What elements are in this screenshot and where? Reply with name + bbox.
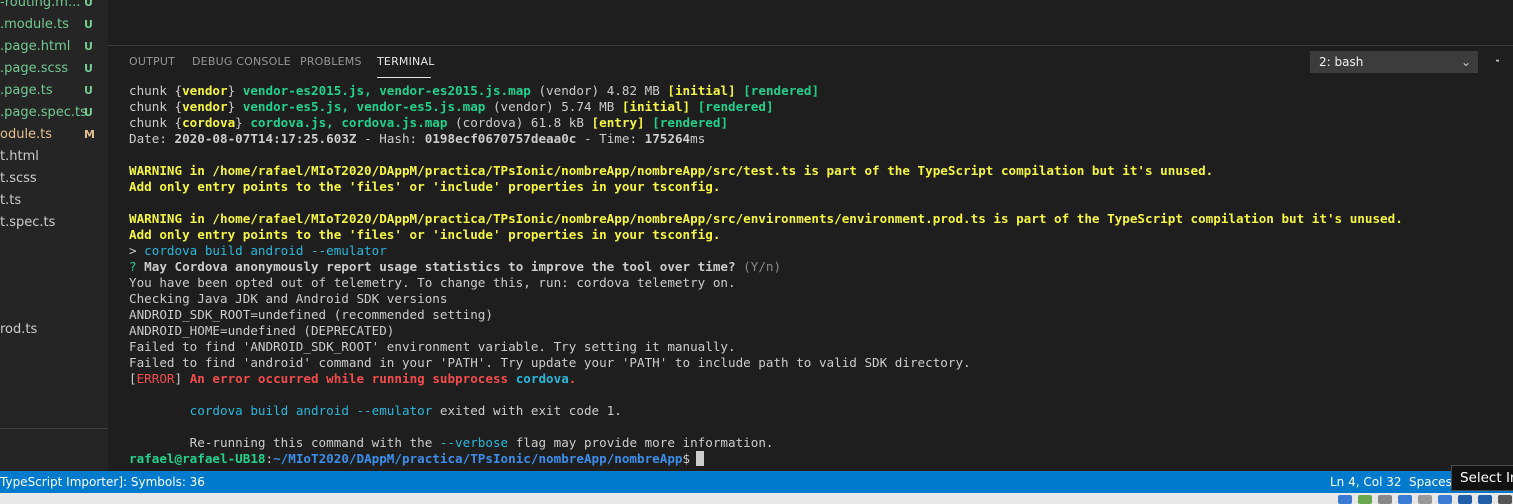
terminal-cursor <box>696 451 705 466</box>
terminal-line: > cordova build android --emulator <box>129 243 387 258</box>
status-cursor-position[interactable]: Ln 4, Col 32 <box>1330 471 1402 493</box>
terminal-select[interactable]: 2: bash ⌄ <box>1310 51 1478 73</box>
tab-debug-console[interactable]: DEBUG CONSOLE <box>192 55 291 68</box>
tray-icon[interactable] <box>1498 495 1512 504</box>
tray-icon[interactable] <box>1478 495 1492 504</box>
status-bar: TypeScript Importer]: Symbols: 36 Ln 4, … <box>0 471 1513 493</box>
status-indentation[interactable]: Spaces: <box>1409 471 1456 493</box>
terminal-line: ANDROID_SDK_ROOT=undefined (recommended … <box>129 307 493 322</box>
terminal-line: Failed to find 'android' command in your… <box>129 355 971 370</box>
git-status-badge: U <box>84 40 93 53</box>
git-status-badge: U <box>84 62 93 75</box>
terminal-line: Add only entry points to the 'files' or … <box>129 179 721 194</box>
file-tree-item[interactable]: .page.spec.ts U <box>0 102 108 124</box>
file-name: .module.ts <box>0 17 69 32</box>
file-tree-item[interactable]: .page.html U <box>0 36 108 58</box>
file-name: .page.spec.ts <box>0 105 87 120</box>
file-tree-item[interactable]: -routing.m... U <box>0 0 108 14</box>
tab-output[interactable]: OUTPUT <box>129 55 175 68</box>
file-name: .page.html <box>0 39 71 54</box>
tab-problems[interactable]: PROBLEMS <box>300 55 362 68</box>
terminal-line: [ERROR] An error occurred while running … <box>129 371 577 386</box>
file-name: rod.ts <box>0 322 38 337</box>
terminal-line: Date: 2020-08-07T14:17:25.603Z - Hash: 0… <box>129 131 706 146</box>
file-tree-item[interactable]: t.ts <box>0 190 108 212</box>
tray-icon[interactable] <box>1418 495 1432 504</box>
file-name: t.spec.ts <box>0 215 56 230</box>
sidebar-divider <box>0 428 108 429</box>
file-tree-item[interactable]: .module.ts U <box>0 14 108 36</box>
terminal-line: ? May Cordova anonymously report usage s… <box>129 259 782 274</box>
active-tab-indicator <box>377 77 431 78</box>
file-tree-item[interactable]: t.spec.ts <box>0 212 108 234</box>
terminal-scrollbar[interactable] <box>1499 46 1513 470</box>
terminal-line: chunk {vendor} vendor-es5.js, vendor-es5… <box>129 99 774 114</box>
file-tree-item[interactable]: .page.scss U <box>0 58 108 80</box>
file-tree-item[interactable]: rod.ts <box>0 319 108 341</box>
chevron-down-icon: ⌄ <box>1460 55 1471 69</box>
file-name: t.ts <box>0 193 22 208</box>
tray-icon[interactable] <box>1458 495 1472 504</box>
terminal-line: Checking Java JDK and Android SDK versio… <box>129 291 448 306</box>
git-status-badge: U <box>84 18 93 31</box>
file-name: t.scss <box>0 171 37 186</box>
terminal-line: chunk {vendor} vendor-es2015.js, vendor-… <box>129 83 820 98</box>
terminal-line: ANDROID_HOME=undefined (DEPRECATED) <box>129 323 395 338</box>
file-name: .page.scss <box>0 61 69 76</box>
file-tree-item[interactable]: odule.ts M <box>0 124 108 146</box>
terminal-line: WARNING in /home/rafael/MIoT2020/DAppM/p… <box>129 163 1214 178</box>
git-status-badge: U <box>84 84 93 97</box>
explorer-sidebar: -routing.m... U .module.ts U .page.html U .pag… <box>0 0 108 471</box>
status-typescript-importer[interactable]: TypeScript Importer]: Symbols: 36 <box>0 471 205 493</box>
terminal-line: Re-running this command with the --verbo… <box>129 435 774 450</box>
tray-icon[interactable] <box>1378 495 1392 504</box>
terminal-line: Failed to find 'ANDROID_SDK_ROOT' enviro… <box>129 339 736 354</box>
file-name: t.html <box>0 149 39 164</box>
file-name: -routing.m... <box>0 0 81 10</box>
tray-icon[interactable] <box>1438 495 1452 504</box>
git-status-badge: U <box>84 106 93 119</box>
taskbar <box>0 493 1513 504</box>
tray-icon[interactable] <box>1398 495 1412 504</box>
terminal-line: Add only entry points to the 'files' or … <box>129 227 721 242</box>
bottom-panel: OUTPUT DEBUG CONSOLE PROBLEMS TERMINAL 2… <box>108 45 1513 471</box>
file-tree-item[interactable]: t.html <box>0 146 108 168</box>
file-name: odule.ts <box>0 127 53 142</box>
git-status-badge: U <box>84 0 93 9</box>
tab-terminal[interactable]: TERMINAL <box>377 55 435 68</box>
terminal-line: chunk {cordova} cordova.js, cordova.js.m… <box>129 115 729 130</box>
editor-area <box>108 0 1513 45</box>
terminal-prompt[interactable]: rafael@rafael-UB18:~/MIoT2020/DAppM/prac… <box>129 451 705 467</box>
terminal-line: WARNING in /home/rafael/MIoT2020/DAppM/p… <box>129 211 1403 226</box>
file-name: .page.ts <box>0 83 53 98</box>
terminal-select-value: 2: bash <box>1319 55 1364 69</box>
terminal-line: You have been opted out of telemetry. To… <box>129 275 736 290</box>
tray-icon[interactable] <box>1338 495 1352 504</box>
terminal-line: cordova build android --emulator exited … <box>189 403 622 418</box>
file-tree-item[interactable]: t.scss <box>0 168 108 190</box>
tray-icon[interactable] <box>1358 495 1372 504</box>
git-status-badge: M <box>84 128 95 141</box>
file-tree-item[interactable]: .page.ts U <box>0 80 108 102</box>
tooltip: Select Ir <box>1451 465 1513 491</box>
